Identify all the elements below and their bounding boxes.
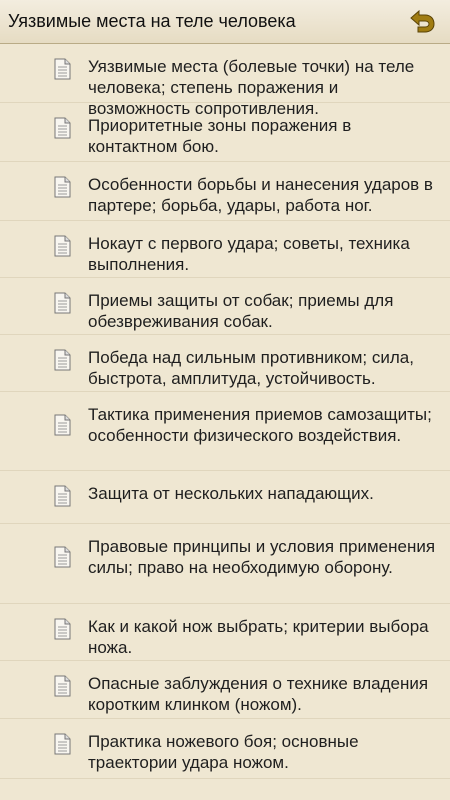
- list-item-label: Практика ножевого боя; основные траектор…: [88, 732, 359, 772]
- list-item-label: Как и какой нож выбрать; критерии выбора…: [88, 617, 429, 657]
- chapter-list: Уязвимые места (болевые точки) на теле ч…: [0, 44, 450, 800]
- list-item[interactable]: Победа над сильным противником; сила, бы…: [0, 335, 450, 392]
- document-icon: [54, 235, 71, 257]
- list-item-label: Защита от нескольких нападающих.: [88, 484, 374, 503]
- list-item-label: Нокаут с первого удара; советы, техника …: [88, 234, 410, 274]
- list-item[interactable]: Опасные заблуждения о технике владения к…: [0, 661, 450, 719]
- document-icon: [54, 292, 71, 314]
- document-icon: [54, 176, 71, 198]
- document-icon: [54, 733, 71, 755]
- list-item-label: Победа над сильным противником; сила, бы…: [88, 348, 414, 388]
- list-item-label: Приемы защиты от собак; приемы для обезв…: [88, 291, 394, 331]
- list-item[interactable]: Правовые принципы и условия применения с…: [0, 524, 450, 604]
- list-item[interactable]: Практика ножевого боя; основные траектор…: [0, 719, 450, 779]
- document-icon: [54, 414, 71, 436]
- app-window: Уязвимые места на теле человека Уязвимые…: [0, 0, 450, 800]
- document-icon: [54, 117, 71, 139]
- document-icon: [54, 546, 71, 568]
- list-item[interactable]: Тактика применения приемов самозащиты; о…: [0, 392, 450, 471]
- top-bar: Уязвимые места на теле человека: [0, 0, 450, 44]
- list-item-label: Опасные заблуждения о технике владения к…: [88, 674, 429, 714]
- list-item-label: Тактика применения приемов самозащиты; о…: [88, 405, 432, 445]
- document-icon: [54, 675, 71, 697]
- list-item-label: Правовые принципы и условия применения с…: [88, 537, 436, 577]
- list-item-label: Особенности борьбы и нанесения ударов в …: [88, 175, 433, 215]
- list-item-label: Приоритетные зоны поражения в контактном…: [88, 116, 352, 156]
- document-icon: [54, 485, 71, 507]
- list-item[interactable]: Как и какой нож выбрать; критерии выбора…: [0, 604, 450, 661]
- list-item[interactable]: Нокаут с первого удара; советы, техника …: [0, 221, 450, 278]
- list-item[interactable]: Приоритетные зоны поражения в контактном…: [0, 103, 450, 162]
- page-title: Уязвимые места на теле человека: [8, 11, 296, 31]
- document-icon: [54, 618, 71, 640]
- document-icon: [54, 349, 71, 371]
- document-icon: [54, 58, 71, 80]
- back-arrow-icon: [410, 9, 435, 32]
- list-item[interactable]: Особенности борьбы и нанесения ударов в …: [0, 162, 450, 221]
- list-item[interactable]: Уязвимые места (болевые точки) на теле ч…: [0, 44, 450, 118]
- list-item[interactable]: Приемы защиты от собак; приемы для обезв…: [0, 278, 450, 335]
- back-button[interactable]: [404, 4, 440, 40]
- list-item[interactable]: Защита от нескольких нападающих.: [0, 471, 450, 524]
